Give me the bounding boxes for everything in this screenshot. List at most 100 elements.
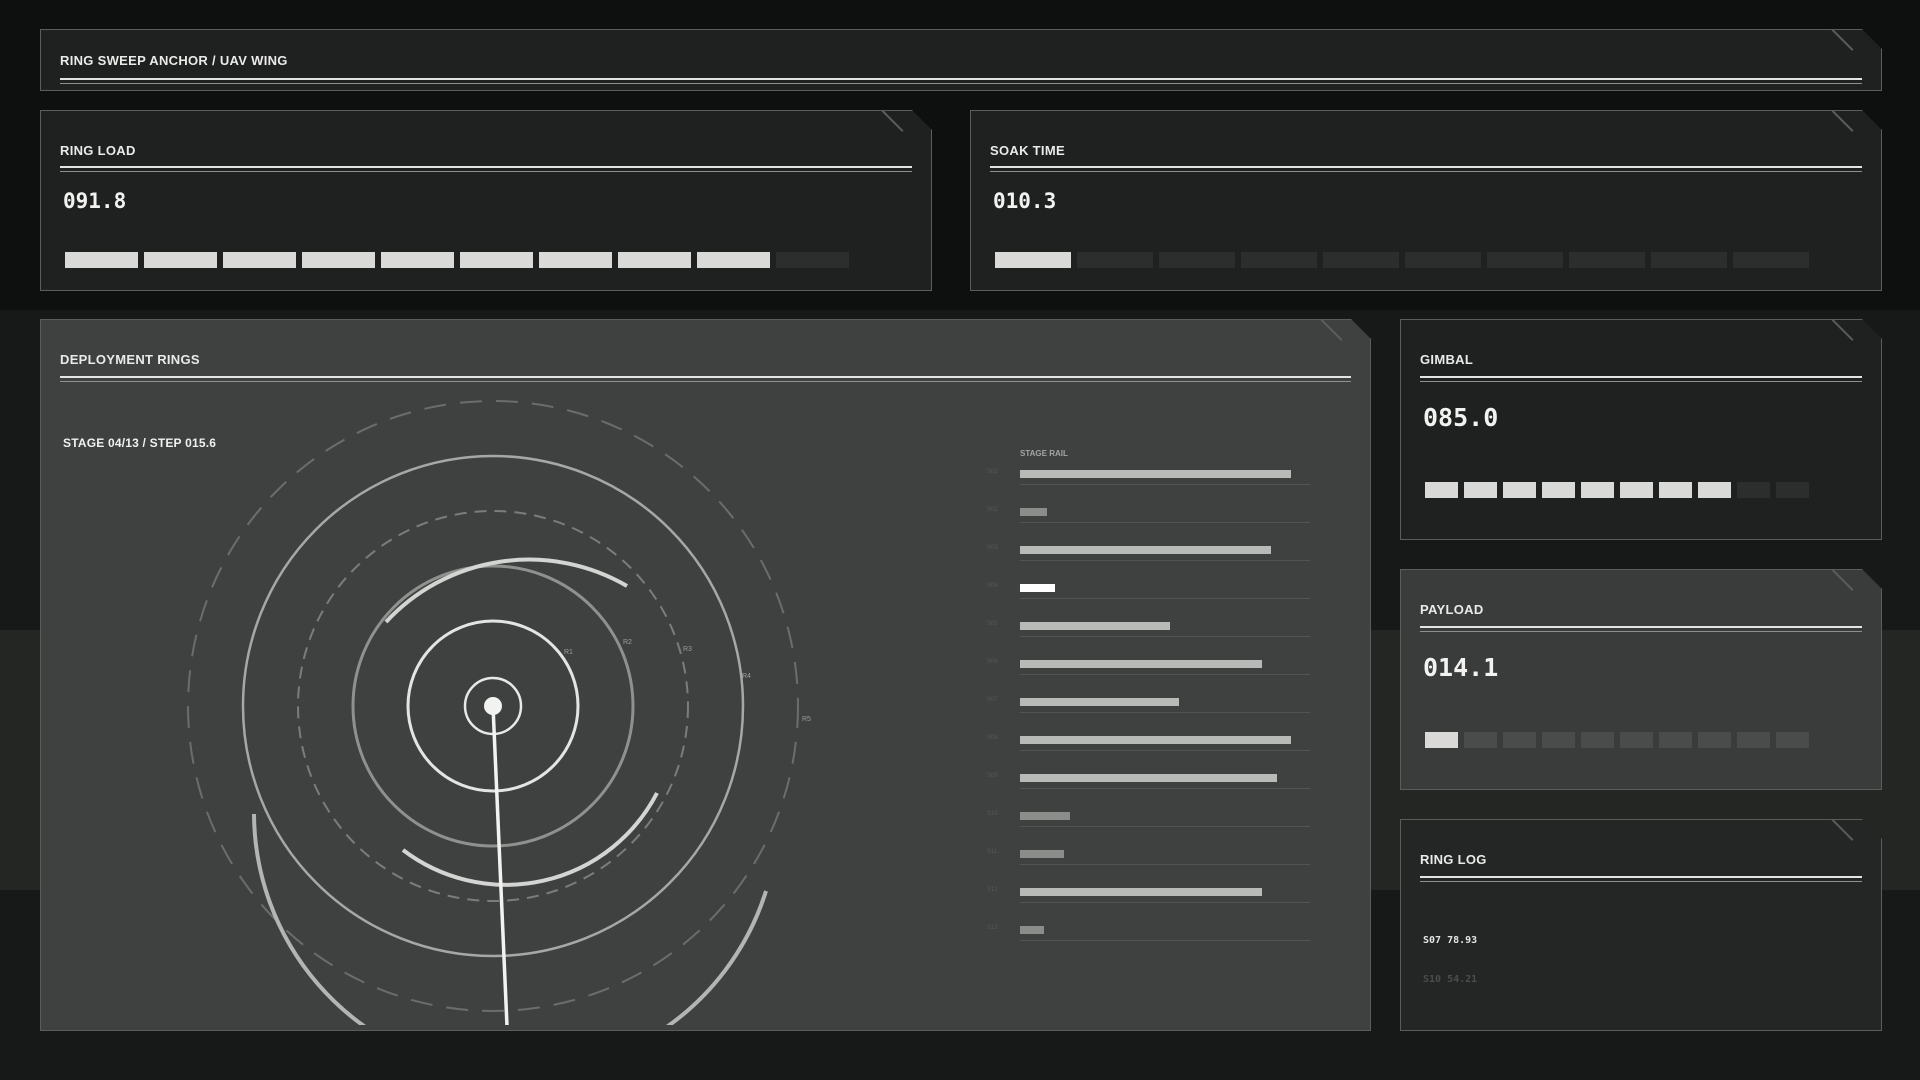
stage-rail-bar: [1020, 812, 1070, 820]
stage-rail-row: S03: [1020, 546, 1320, 572]
meter-segment: [1651, 252, 1727, 268]
center-dot: [484, 697, 502, 715]
meter-segment: [1737, 482, 1770, 498]
header-rule: [60, 78, 1862, 80]
gimbal-panel: GIMBAL 085.0: [1400, 319, 1882, 540]
ring-log-title: RING LOG: [1420, 852, 1487, 867]
meter-segment: [1659, 482, 1692, 498]
stage-rail-track: [1020, 864, 1310, 865]
stage-rail-row: S04: [1020, 584, 1320, 610]
meter-segment: [995, 252, 1071, 268]
ring-load-meter: [65, 252, 849, 268]
meter-segment: [1776, 732, 1809, 748]
meter-segment: [1733, 252, 1809, 268]
stage-rail-row: S12: [1020, 888, 1320, 914]
meter-segment: [1620, 482, 1653, 498]
meter-segment: [1698, 482, 1731, 498]
soak-time-value: 010.3: [993, 189, 1057, 213]
meter-segment: [1159, 252, 1235, 268]
meter-segment: [539, 252, 612, 268]
stage-rail-bar: [1020, 660, 1262, 668]
stage-rail-track: [1020, 560, 1310, 561]
sweep-arc-inner: [403, 793, 657, 885]
meter-segment: [65, 252, 138, 268]
stage-rail-bar: [1020, 584, 1055, 592]
stage-rail-row: S01: [1020, 470, 1320, 496]
ring-load-panel: RING LOAD 091.8: [40, 110, 932, 291]
meter-segment: [1737, 732, 1770, 748]
ring-log-entry: S07 78.93: [1423, 935, 1478, 946]
stage-rail: S01 S02 S03 S04 S05 S06 S07 S08 S09 S10 S11 S12 S13: [1020, 470, 1320, 890]
stage-rail-track: [1020, 522, 1310, 523]
page-title: RING SWEEP ANCHOR / UAV WING: [60, 53, 288, 68]
stage-rail-track: [1020, 826, 1310, 827]
meter-segment: [697, 252, 770, 268]
ring-load-rule: [60, 166, 912, 168]
meter-segment: [381, 252, 454, 268]
ring-log-panel: RING LOG S07 78.93 S10 54.21: [1400, 819, 1882, 1031]
stage-rail-tick: S06: [987, 659, 998, 665]
stage-rail-bar: [1020, 926, 1044, 934]
stage-rail-tick: S03: [987, 545, 998, 551]
sweep-needle: [493, 706, 507, 1025]
gimbal-value: 085.0: [1423, 403, 1499, 432]
stage-rail-title: STAGE RAIL: [1020, 449, 1068, 458]
meter-segment: [1542, 482, 1575, 498]
stage-rail-tick: S10: [987, 811, 998, 817]
stage-rail-track: [1020, 484, 1310, 485]
meter-segment: [1581, 482, 1614, 498]
soak-time-meter: [995, 252, 1809, 268]
meter-segment: [1464, 482, 1497, 498]
soak-time-rule: [990, 166, 1862, 168]
ring-label-r2: R2: [623, 639, 632, 646]
payload-value: 014.1: [1423, 653, 1499, 682]
ring-log-rule: [1420, 876, 1862, 878]
soak-time-title: SOAK TIME: [990, 143, 1065, 158]
header-panel: RING SWEEP ANCHOR / UAV WING: [40, 29, 1882, 91]
stage-rail-bar: [1020, 888, 1262, 896]
stage-rail-row: S07: [1020, 698, 1320, 724]
stage-rail-track: [1020, 940, 1310, 941]
stage-rail-track: [1020, 712, 1310, 713]
ring-sweep-diagram: R1 R2 R3 R4 R5: [141, 365, 841, 1025]
stage-rail-tick: S13: [987, 925, 998, 931]
meter-segment: [302, 252, 375, 268]
meter-segment: [1077, 252, 1153, 268]
stage-rail-row: S05: [1020, 622, 1320, 648]
meter-segment: [1241, 252, 1317, 268]
gimbal-title: GIMBAL: [1420, 352, 1474, 367]
stage-rail-row: S10: [1020, 812, 1320, 838]
stage-rail-tick: S02: [987, 507, 998, 513]
ring-label-r5: R5: [802, 716, 811, 723]
stage-rail-tick: S11: [987, 849, 998, 855]
gimbal-meter: [1425, 482, 1809, 498]
meter-segment: [1542, 732, 1575, 748]
payload-panel: PAYLOAD 014.1: [1400, 569, 1882, 790]
stage-rail-bar: [1020, 698, 1179, 706]
payload-rule: [1420, 626, 1862, 628]
stage-rail-bar: [1020, 850, 1064, 858]
stage-rail-track: [1020, 750, 1310, 751]
stage-rail-tick: S05: [987, 621, 998, 627]
ring-load-title: RING LOAD: [60, 143, 136, 158]
meter-segment: [1503, 732, 1536, 748]
meter-segment: [1776, 482, 1809, 498]
stage-rail-bar: [1020, 470, 1291, 478]
ring-label-r4: R4: [742, 673, 751, 680]
ring-label-r1: R1: [564, 649, 573, 656]
stage-rail-tick: S09: [987, 773, 998, 779]
stage-rail-bar: [1020, 622, 1170, 630]
stage-rail-row: S02: [1020, 508, 1320, 534]
meter-segment: [144, 252, 217, 268]
deployment-rings-panel: DEPLOYMENT RINGS STAGE 04/13 / STEP 015.…: [40, 319, 1371, 1031]
meter-segment: [460, 252, 533, 268]
stage-rail-bar: [1020, 508, 1047, 516]
stage-rail-row: S13: [1020, 926, 1320, 952]
stage-rail-tick: S07: [987, 697, 998, 703]
meter-segment: [776, 252, 849, 268]
meter-segment: [618, 252, 691, 268]
meter-segment: [1659, 732, 1692, 748]
gimbal-rule: [1420, 376, 1862, 378]
stage-rail-tick: S01: [987, 469, 998, 475]
meter-segment: [1464, 732, 1497, 748]
